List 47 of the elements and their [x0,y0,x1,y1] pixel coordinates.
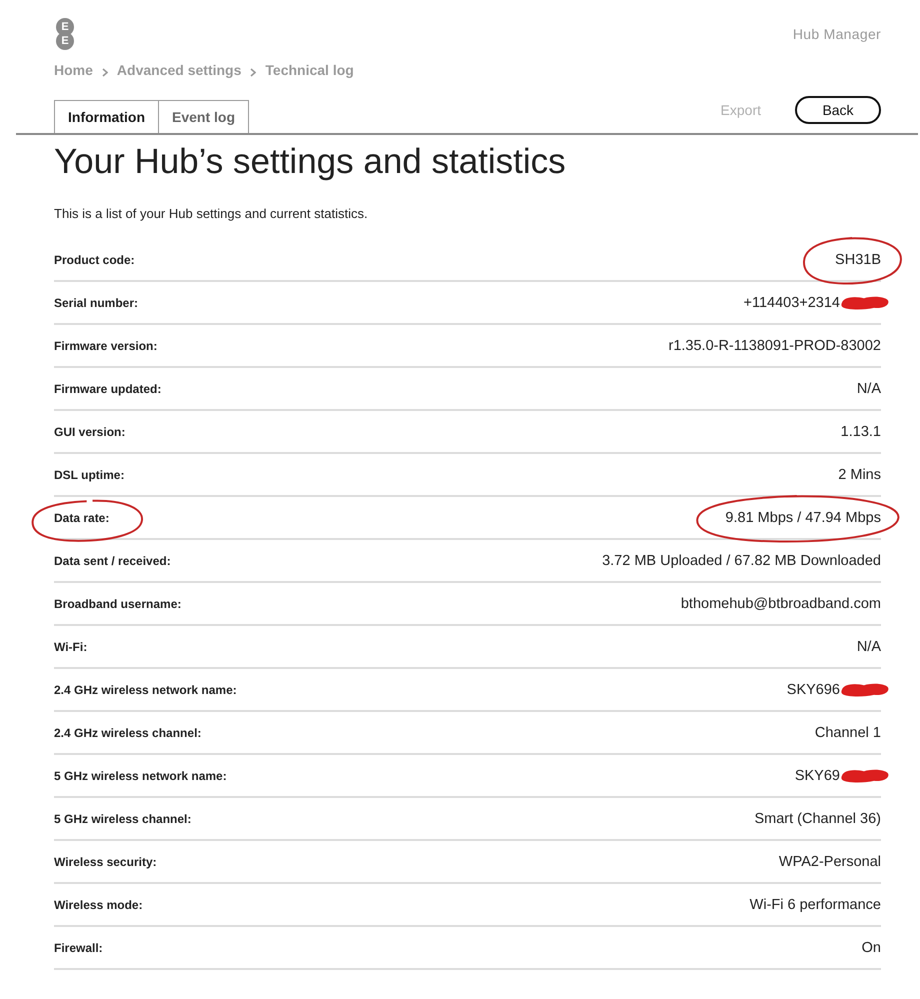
setting-value: SKY696 [786,682,840,698]
setting-label: Wireless mode: [54,898,143,912]
setting-label: Data sent / received: [54,554,171,568]
setting-label: 5 GHz wireless channel: [54,812,192,826]
setting-value: 9.81 Mbps / 47.94 Mbps [725,510,881,526]
setting-label: DSL uptime: [54,468,124,482]
breadcrumb-link[interactable]: Technical log [265,62,354,78]
setting-label: 2.4 GHz wireless channel: [54,726,202,740]
breadcrumb-link[interactable]: Advanced settings [116,62,242,78]
page-description: This is a list of your Hub settings and current statistics. [54,205,369,223]
setting-label: Broadband username: [54,596,182,610]
setting-label: Firewall: [54,940,103,954]
setting-value: On [862,940,881,956]
setting-value: +114403+2314 [743,294,840,310]
setting-label: Wireless security: [54,854,157,868]
setting-value: Wi-Fi 6 performance [750,896,881,912]
setting-label: Serial number: [54,296,138,310]
setting-value: 1.13.1 [840,424,881,440]
page-title: Your Hub’s settings and statistics [54,141,567,183]
setting-label: 5 GHz wireless network name: [54,768,227,782]
chevron-right-icon [250,68,256,76]
setting-value: N/A [856,638,881,654]
back-button[interactable]: Back [795,96,881,124]
app-name: Hub Manager [792,26,881,42]
setting-value: 2 Mins [838,466,881,482]
setting-label: Product code: [54,252,135,266]
setting-label: 2.4 GHz wireless network name: [54,682,237,696]
tab[interactable]: Information [54,100,159,133]
logo-letter: E [56,32,74,50]
setting-value: SKY69 [794,768,840,784]
setting-label: GUI version: [54,424,126,438]
setting-value: Channel 1 [814,724,881,740]
breadcrumb-link[interactable]: Home [54,62,93,78]
tab[interactable]: Event log [158,100,250,133]
chevron-right-icon [102,68,108,76]
setting-value: Smart (Channel 36) [754,810,881,826]
setting-value: N/A [856,380,881,396]
setting-label: Firmware updated: [54,382,162,396]
setting-label: Data rate: [54,510,110,524]
setting-value: 3.72 MB Uploaded / 67.82 MB Downloaded [602,552,881,568]
setting-value: SH31B [835,252,881,268]
setting-value: bthomehub@btbroadband.com [680,596,881,612]
logo-letter: E [56,18,74,36]
setting-value: WPA2-Personal [778,854,881,870]
setting-value: r1.35.0-R-1138091-PROD-83002 [668,338,881,354]
setting-label: Firmware version: [54,338,158,352]
setting-label: Wi-Fi: [54,640,88,654]
